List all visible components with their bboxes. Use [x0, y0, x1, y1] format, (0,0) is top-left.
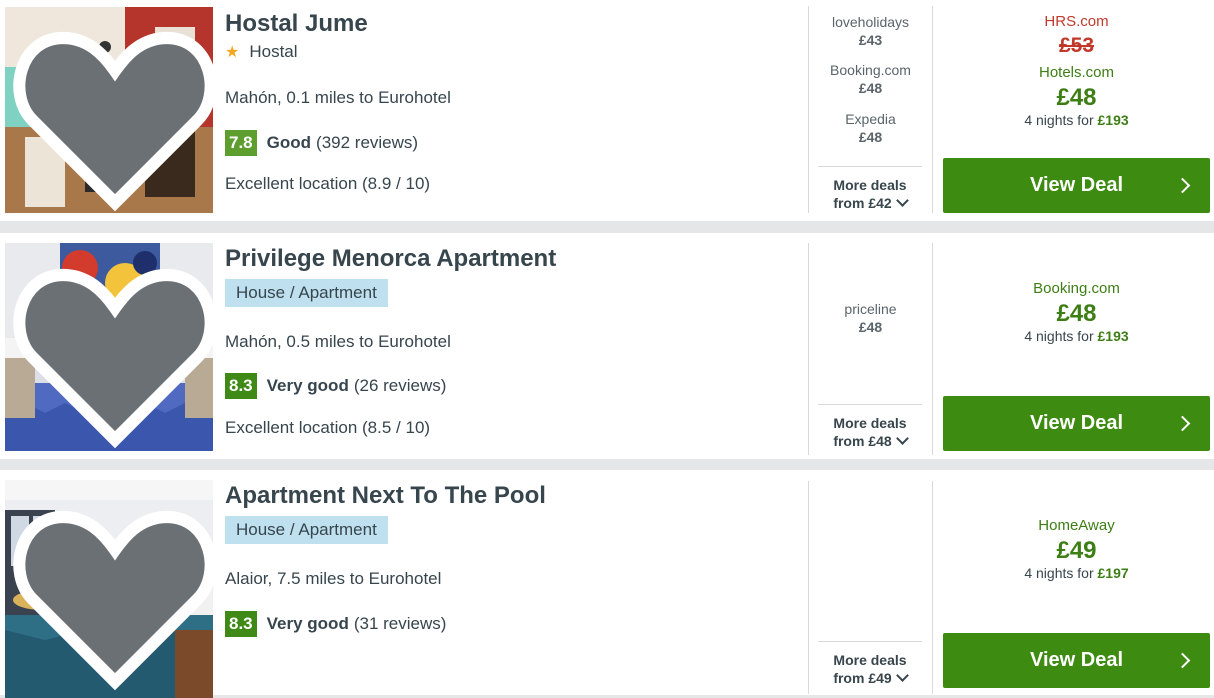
hotel-name[interactable]: Hostal Jume [225, 10, 368, 38]
hotel-name[interactable]: Apartment Next To The Pool [225, 482, 546, 510]
more-deals-button[interactable]: More deals from £48 [818, 404, 922, 450]
hotel-rating[interactable]: 7.8 Good (392 reviews) [225, 130, 418, 156]
location-score: Excellent location (8.5 / 10) [225, 418, 431, 437]
deal-price: £48 [858, 80, 883, 96]
deal-provider: Booking.com [830, 62, 911, 78]
best-deal: Booking.com £48 4 nights for £193 [943, 280, 1210, 344]
nights-total: 4 nights for £193 [1024, 328, 1129, 344]
view-deal-label: View Deal [1029, 649, 1124, 671]
more-deals-button[interactable]: More deals from £49 [818, 641, 922, 687]
result-card: Privilege Menorca Apartment House / Apar… [0, 233, 1214, 459]
more-deals-label: More deals [833, 415, 907, 431]
nights-total: 4 nights for £197 [1024, 565, 1129, 581]
deal-provider: priceline [844, 301, 897, 317]
deal-item[interactable]: Booking.com £48 [809, 61, 932, 97]
chevron-right-icon [1174, 415, 1191, 432]
nights-total: 4 nights for £193 [1024, 112, 1129, 128]
hotel-name[interactable]: Privilege Menorca Apartment [225, 245, 556, 273]
other-deals-column: loveholidays £43 Booking.com £48 Expedia… [808, 6, 933, 213]
best-provider: Hotels.com [1038, 64, 1115, 81]
chevron-down-icon [895, 432, 909, 445]
more-deals-button[interactable]: More deals from £42 [818, 166, 922, 212]
rating-word: Good [266, 133, 312, 152]
chevron-down-icon [895, 194, 909, 207]
chevron-down-icon [895, 669, 909, 682]
rating-score-badge: 7.8 [225, 130, 257, 156]
best-price: £49 [1056, 537, 1097, 564]
hotel-location[interactable]: Alaior, 7.5 miles to Eurohotel [225, 569, 441, 589]
view-deal-button[interactable]: View Deal [943, 396, 1210, 451]
rating-score-badge: 8.3 [225, 373, 257, 399]
hotel-location[interactable]: Mahón, 0.5 miles to Eurohotel [225, 332, 451, 352]
result-card: Hostal Jume ★ Hostal Mahón, 0.1 miles to … [0, 0, 1214, 221]
deal-item[interactable]: Expedia £48 [809, 110, 932, 146]
hotel-photo[interactable] [5, 7, 213, 213]
result-card: Apartment Next To The Pool House / Apart… [0, 470, 1214, 698]
location-score: Excellent location (8.9 / 10) [225, 174, 431, 193]
best-deal: HomeAway £49 4 nights for £197 [943, 517, 1210, 581]
property-type-badge: House / Apartment [225, 279, 388, 307]
view-deal-label: View Deal [1029, 174, 1124, 196]
favorite-heart-icon[interactable] [11, 249, 213, 451]
hotel-photo[interactable] [5, 480, 213, 698]
hotel-photo[interactable] [5, 243, 213, 451]
more-deals-from: from £48 [833, 433, 892, 449]
deal-price: £48 [858, 129, 883, 145]
favorite-heart-icon[interactable] [11, 486, 213, 698]
best-provider: HomeAway [1038, 517, 1115, 534]
more-deals-from: from £42 [833, 195, 892, 211]
other-deals-column: More deals from £49 [808, 481, 933, 694]
favorite-heart-icon[interactable] [11, 13, 213, 213]
deal-provider: loveholidays [831, 14, 910, 30]
best-price: £48 [1056, 84, 1097, 111]
more-deals-from: from £49 [833, 670, 892, 686]
chevron-right-icon [1174, 652, 1191, 669]
deal-item[interactable]: loveholidays £43 [809, 13, 932, 49]
rating-score-badge: 8.3 [225, 611, 257, 637]
rating-word: Very good [266, 614, 349, 633]
category-label: Hostal [249, 42, 298, 61]
hotel-location[interactable]: Mahón, 0.1 miles to Eurohotel [225, 88, 451, 108]
view-deal-button[interactable]: View Deal [943, 158, 1210, 213]
strike-provider: HRS.com [1044, 13, 1109, 30]
chevron-right-icon [1174, 177, 1191, 194]
best-provider: Booking.com [1033, 280, 1120, 297]
deal-provider: Expedia [845, 111, 896, 127]
review-count: (392 reviews) [316, 133, 419, 152]
best-deal: HRS.com £53 Hotels.com £48 4 nights for … [943, 13, 1210, 128]
property-type-badge: House / Apartment [225, 516, 388, 544]
review-count: (31 reviews) [353, 614, 447, 633]
view-deal-button[interactable]: View Deal [943, 633, 1210, 688]
rating-word: Very good [266, 376, 349, 395]
more-deals-label: More deals [833, 652, 907, 668]
other-deals-column: priceline £48 More deals from £48 [808, 243, 933, 455]
hotel-rating[interactable]: 8.3 Very good (26 reviews) [225, 373, 446, 399]
review-count: (26 reviews) [353, 376, 447, 395]
deal-item[interactable]: priceline £48 [809, 300, 932, 336]
deal-price: £43 [858, 32, 883, 48]
star-icon: ★ [225, 44, 240, 61]
strike-price: £53 [1058, 34, 1095, 57]
more-deals-label: More deals [833, 177, 907, 193]
view-deal-label: View Deal [1029, 412, 1124, 434]
hotel-rating[interactable]: 8.3 Very good (31 reviews) [225, 611, 446, 637]
hotel-category: ★ Hostal [225, 42, 298, 62]
deal-price: £48 [858, 319, 883, 335]
best-price: £48 [1056, 300, 1097, 327]
